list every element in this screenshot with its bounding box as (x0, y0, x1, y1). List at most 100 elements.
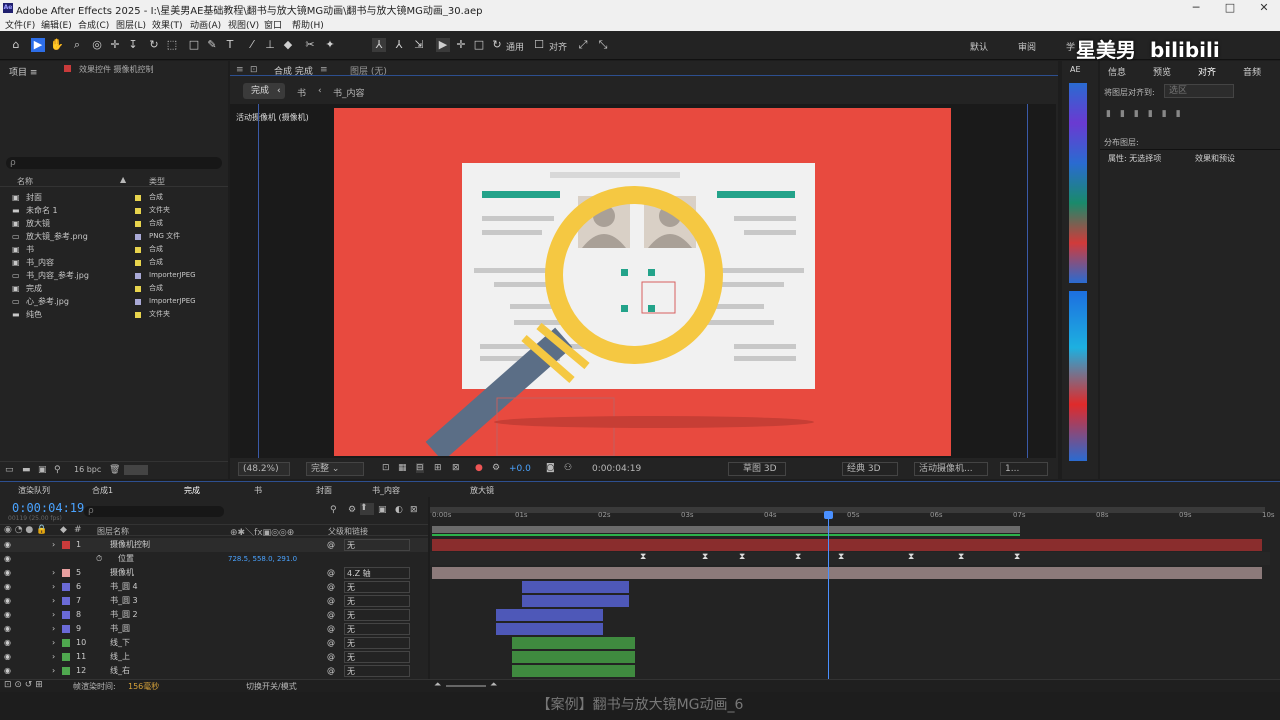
layer-name[interactable]: 书_圆 (110, 622, 130, 636)
axis-mode-icon[interactable]: ⅄ (372, 38, 386, 52)
expand-icon[interactable]: › (52, 538, 55, 552)
keyframe-icon[interactable]: ⧗ (795, 552, 801, 562)
align-to-select[interactable]: 选区 (1164, 84, 1234, 98)
menu-layer[interactable]: 图层(L) (116, 18, 146, 31)
parent-select[interactable]: 4.Z 轴 (344, 567, 410, 579)
keyframe-icon[interactable]: ⧗ (958, 552, 964, 562)
timeline-tab[interactable]: 书_内容 (372, 485, 400, 496)
extension-icons-lower[interactable] (1069, 291, 1087, 461)
layer-name[interactable]: 线_上 (110, 650, 130, 664)
roto-tool-icon[interactable]: ✂ (303, 38, 317, 52)
expand-icon[interactable]: › (52, 650, 55, 664)
workspace-review[interactable]: 审阅 (1018, 40, 1036, 53)
view-layout-select[interactable]: 1... (1000, 462, 1048, 476)
layer-name[interactable]: 书_圆 3 (110, 594, 138, 608)
layer-label-color[interactable] (62, 611, 70, 619)
layer-row[interactable]: ◉ › 11 线_上 无 @ (0, 650, 428, 664)
layer-row[interactable]: ◉ › 10 线_下 无 @ (0, 636, 428, 650)
layer-row[interactable]: ◉ › 6 书_圆 4 无 @ (0, 580, 428, 594)
layer-row[interactable]: ◉ › 12 线_右 无 @ (0, 664, 428, 678)
parent-select[interactable]: 无 (344, 609, 410, 621)
trash-icon[interactable]: 🗑 (109, 465, 120, 475)
track-book-circle-3[interactable] (522, 595, 629, 607)
brush-tool-icon[interactable]: ⁄ (245, 38, 259, 52)
timeline-tab[interactable]: 渲染队列 (18, 485, 50, 496)
label-color-swatch[interactable] (135, 208, 141, 214)
bpc-button[interactable]: 16 bpc (74, 465, 101, 474)
track-book-circle[interactable] (496, 623, 603, 635)
layer-row[interactable]: ◉ ⏱ 位置 728.5, 558.0, 291.0 (0, 552, 428, 566)
project-item[interactable]: ▣ 放大镜 合成 (0, 217, 228, 230)
parent-select[interactable]: 无 (344, 665, 410, 677)
eye-icon[interactable]: ◉ (4, 622, 11, 636)
align-buttons-icon[interactable]: ▮▮▮▮▮▮ (1106, 109, 1236, 119)
graph-editor-icon[interactable]: ⊠ (410, 505, 418, 515)
timeline-tab[interactable]: 完成 (184, 485, 200, 496)
eye-icon[interactable]: ◉ (4, 552, 11, 566)
ae-tab[interactable]: AE (1070, 65, 1081, 74)
keyframe-icon[interactable]: ⧗ (908, 552, 914, 562)
layer-name[interactable]: 书_圆 2 (110, 608, 138, 622)
pickwhip-icon[interactable]: @ (327, 580, 335, 594)
resolution-select[interactable]: 完整 ⌄ (306, 462, 364, 476)
layer-label-color[interactable] (62, 625, 70, 633)
grid-icon[interactable]: ⊞ (434, 463, 442, 473)
eye-icon[interactable]: ◉ (4, 566, 11, 580)
snap-rotate-icon[interactable]: ↻ (490, 38, 504, 52)
rotate-tool-icon[interactable]: ↻ (147, 38, 161, 52)
layer-name[interactable]: 线_右 (110, 664, 130, 678)
track-line-top[interactable] (512, 651, 635, 663)
orbit-tool-icon[interactable]: ◎ (90, 38, 104, 52)
layer-label-color[interactable] (62, 583, 70, 591)
sort-icon[interactable]: ▲ (120, 175, 126, 184)
layer-row[interactable]: ◉ › 1 摄像机控制 无 @ (0, 538, 428, 552)
project-item[interactable]: ▭ 书_内容_参考.jpg ImporterJPEG (0, 269, 228, 282)
menu-window[interactable]: 窗口 (264, 18, 282, 31)
project-item[interactable]: ▭ 放大镜_参考.png PNG 文件 (0, 230, 228, 243)
breadcrumb-book-content[interactable]: 书_内容 (333, 86, 365, 99)
work-area-bar[interactable] (432, 526, 1020, 533)
home-icon[interactable]: ⌂ (9, 38, 23, 52)
timeline-tab[interactable]: 封面 (316, 485, 332, 496)
frame-blend-icon[interactable]: ▣ (378, 505, 387, 515)
playhead[interactable] (828, 511, 829, 679)
parent-select[interactable]: 无 (344, 637, 410, 649)
label-color-swatch[interactable] (135, 273, 141, 279)
eye-icon[interactable]: ◉ (4, 580, 11, 594)
expand-icon[interactable]: › (52, 664, 55, 678)
track-book-circle-4[interactable] (522, 581, 629, 593)
col-parent[interactable]: 父级和链接 (328, 526, 368, 537)
guides-icon[interactable]: ⊠ (452, 463, 460, 473)
pickwhip-icon[interactable]: @ (327, 538, 335, 552)
parent-select[interactable]: 无 (344, 623, 410, 635)
effects-controls-tab[interactable]: 效果控件 摄像机控制 (79, 64, 154, 75)
zoom-select[interactable]: (48.2%) ⌄ (238, 462, 290, 487)
parent-select[interactable]: 无 (344, 581, 410, 593)
minimize-button[interactable]: ─ (1188, 1, 1204, 15)
project-item[interactable]: ▣ 完成 合成 (0, 282, 228, 295)
parent-select[interactable]: 无 (344, 595, 410, 607)
pickwhip-icon[interactable]: @ (327, 566, 335, 580)
workspace-default[interactable]: 默认 (970, 40, 988, 53)
zoom-slider[interactable] (446, 685, 486, 687)
align-tab[interactable]: 对齐 (1198, 65, 1216, 78)
eye-icon[interactable]: ◉ (4, 664, 11, 678)
expand-icon[interactable]: › (52, 594, 55, 608)
preview-tab[interactable]: 预览 (1153, 65, 1171, 78)
position-value[interactable]: 728.5, 558.0, 291.0 (228, 552, 297, 566)
timeline-search-input[interactable]: ρ (84, 506, 224, 517)
exposure-value[interactable]: +0.0 (509, 464, 531, 474)
clone-tool-icon[interactable]: ⊥ (263, 38, 277, 52)
eye-icon[interactable]: ◉ (4, 636, 11, 650)
world-axis-icon[interactable]: ⅄ (392, 38, 406, 52)
menu-file[interactable]: 文件(F) (5, 18, 35, 31)
toggle-switches-modes[interactable]: 切换开关/模式 (246, 681, 297, 692)
pickwhip-icon[interactable]: @ (327, 650, 335, 664)
snap-checkbox-icon[interactable]: ☐ (532, 38, 546, 52)
label-color-swatch[interactable] (135, 260, 141, 266)
layer-label-color[interactable] (62, 541, 70, 549)
puppet-tool-icon[interactable]: ✦ (323, 38, 337, 52)
comp-tab-more-icon[interactable]: ≡ (320, 65, 328, 75)
flowchart-icon[interactable]: ⚲ (54, 465, 61, 475)
transparency-grid-icon[interactable]: ▦ (398, 463, 407, 473)
